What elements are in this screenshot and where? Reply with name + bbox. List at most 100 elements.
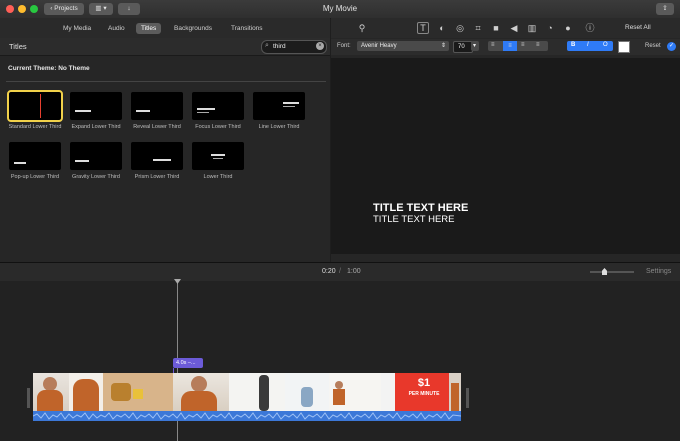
tab-transitions[interactable]: Transitions xyxy=(226,23,268,34)
color-correction-icon[interactable]: ◎ xyxy=(455,23,465,33)
viewer-panel: ⚲ T ◐ ◎ ⌗ ■ ◀ ▥ ◔ ● ⓘ Reset All Font: Av… xyxy=(331,18,680,262)
theme-label: Current Theme: No Theme xyxy=(8,65,90,72)
tab-audio[interactable]: Audio xyxy=(103,23,130,34)
text-color-swatch[interactable] xyxy=(618,41,630,53)
playhead-handle-icon[interactable] xyxy=(174,279,181,284)
clip-thumbnail xyxy=(103,373,173,411)
title-thumbnail[interactable] xyxy=(192,92,244,120)
title-item-label: Prism Lower Third xyxy=(134,174,180,180)
font-size-field[interactable]: 70 xyxy=(453,41,473,53)
body-shape xyxy=(73,379,99,411)
titles-browser: Current Theme: No Theme Standard Lower T… xyxy=(0,56,330,262)
media-tabs: My Media Audio Titles Backgrounds Transi… xyxy=(0,18,330,38)
info-icon[interactable]: ⓘ xyxy=(585,23,595,33)
title-thumbnail[interactable] xyxy=(70,142,122,170)
title-clip[interactable]: 4.0s –... xyxy=(173,358,203,368)
italic-button[interactable]: I xyxy=(587,42,589,48)
tab-my-media[interactable]: My Media xyxy=(58,23,96,34)
preview-text-bar xyxy=(211,154,225,156)
outline-button[interactable]: O xyxy=(603,42,608,48)
clip-trim-handle-left[interactable] xyxy=(27,388,30,408)
font-size-dropdown-icon[interactable]: ▾ xyxy=(471,41,479,51)
face-shape xyxy=(335,381,343,389)
align-left-icon[interactable]: ≡ xyxy=(491,42,495,48)
share-icon: ⇪ xyxy=(662,5,668,12)
ad-caption-text: PER MINUTE xyxy=(408,391,440,397)
timeline-header: 0:20 / 1:00 Settings xyxy=(0,262,680,281)
title-item-label: Focus Lower Third xyxy=(195,124,241,130)
preview-text-bar xyxy=(197,112,209,113)
font-select[interactable]: Avenir Heavy ⇕ xyxy=(357,41,449,51)
body-shape xyxy=(451,383,459,411)
title-text-icon[interactable]: T xyxy=(417,22,429,34)
video-clip[interactable]: $1 PER MINUTE xyxy=(33,373,461,411)
align-justify-icon[interactable]: ≡ xyxy=(536,42,540,48)
title-thumbnail[interactable] xyxy=(131,92,183,120)
align-center-icon[interactable]: ≡ xyxy=(503,41,517,51)
title-thumbnail[interactable] xyxy=(192,142,244,170)
preview-title-line1[interactable]: TITLE TEXT HERE xyxy=(373,202,468,214)
waveform-graphic xyxy=(33,412,461,420)
video-preview: TITLE TEXT HERE TITLE TEXT HERE xyxy=(331,58,680,254)
title-thumbnail[interactable] xyxy=(9,142,61,170)
crop-icon[interactable]: ⌗ xyxy=(473,23,483,33)
font-controls: Font: Avenir Heavy ⇕ 70 ▾ ≡ ≡ ≡ ≡ B I O … xyxy=(331,39,680,55)
preview-text-bar xyxy=(213,158,223,159)
tab-titles[interactable]: Titles xyxy=(136,23,162,34)
settings-button[interactable]: Settings xyxy=(646,268,671,275)
tab-backgrounds[interactable]: Backgrounds xyxy=(169,23,217,34)
time-separator: / xyxy=(339,268,341,275)
title-thumbnail[interactable] xyxy=(131,142,183,170)
preview-text-bar xyxy=(283,102,299,104)
clip-thumbnail xyxy=(329,373,381,411)
preview-text-bar xyxy=(136,110,150,112)
total-time: 1:00 xyxy=(347,268,361,275)
window-title: My Movie xyxy=(322,4,358,13)
font-label: Font: xyxy=(337,43,351,49)
title-item-label: Expand Lower Third xyxy=(71,124,121,130)
preview-text-bar xyxy=(197,108,215,110)
current-time: 0:20 xyxy=(322,268,336,275)
zoom-slider[interactable] xyxy=(590,268,634,275)
body-shape xyxy=(333,389,345,405)
title-thumbnail[interactable] xyxy=(253,92,305,120)
hands-shape xyxy=(111,383,131,401)
reset-all-button[interactable]: Reset All xyxy=(625,24,651,31)
playhead-marker xyxy=(40,94,41,118)
speed-icon[interactable]: ◔ xyxy=(545,23,555,33)
title-item-label: Reveal Lower Third xyxy=(133,124,181,130)
clip-thumbnail xyxy=(69,373,103,411)
title-thumbnail[interactable] xyxy=(70,92,122,120)
audio-waveform[interactable] xyxy=(33,411,461,421)
reset-button[interactable]: Reset xyxy=(645,43,661,49)
apply-check-icon[interactable]: ✓ xyxy=(667,42,676,51)
align-right-icon[interactable]: ≡ xyxy=(521,42,525,48)
alignment-control: ≡ ≡ ≡ ≡ xyxy=(488,41,548,51)
share-button[interactable]: ⇪ xyxy=(656,3,674,15)
clear-search-icon[interactable]: × xyxy=(316,42,324,50)
clip-filter-icon[interactable]: ● xyxy=(563,23,573,33)
section-title: Titles xyxy=(9,42,27,51)
preview-title-line2[interactable]: TITLE TEXT HERE xyxy=(373,214,454,225)
magic-wand-icon[interactable]: ⚲ xyxy=(357,23,367,33)
clip-trim-handle-right[interactable] xyxy=(466,388,469,408)
color-balance-icon[interactable]: ◐ xyxy=(437,23,447,33)
noise-reduction-icon[interactable]: ▥ xyxy=(527,23,537,33)
zoom-slider-thumb[interactable] xyxy=(602,268,607,275)
search-icon: ⌕ xyxy=(265,42,269,49)
bold-button[interactable]: B xyxy=(571,42,575,48)
font-name: Avenir Heavy xyxy=(361,43,397,49)
body-shape xyxy=(181,391,217,411)
face-shape xyxy=(191,376,207,392)
search-input[interactable]: third xyxy=(273,43,286,50)
divider xyxy=(6,81,326,82)
search-field[interactable]: ⌕ third × xyxy=(261,40,327,54)
chevron-updown-icon: ⇕ xyxy=(440,43,446,49)
volume-icon[interactable]: ◀ xyxy=(509,23,519,33)
title-item-label: Pop-up Lower Third xyxy=(10,174,60,180)
preview-text-bar xyxy=(75,160,89,162)
browser-header: Titles ⌕ third × xyxy=(0,38,330,56)
title-thumbnail[interactable] xyxy=(7,90,63,122)
preview-text-bar xyxy=(75,110,91,112)
stabilization-icon[interactable]: ■ xyxy=(491,23,501,33)
